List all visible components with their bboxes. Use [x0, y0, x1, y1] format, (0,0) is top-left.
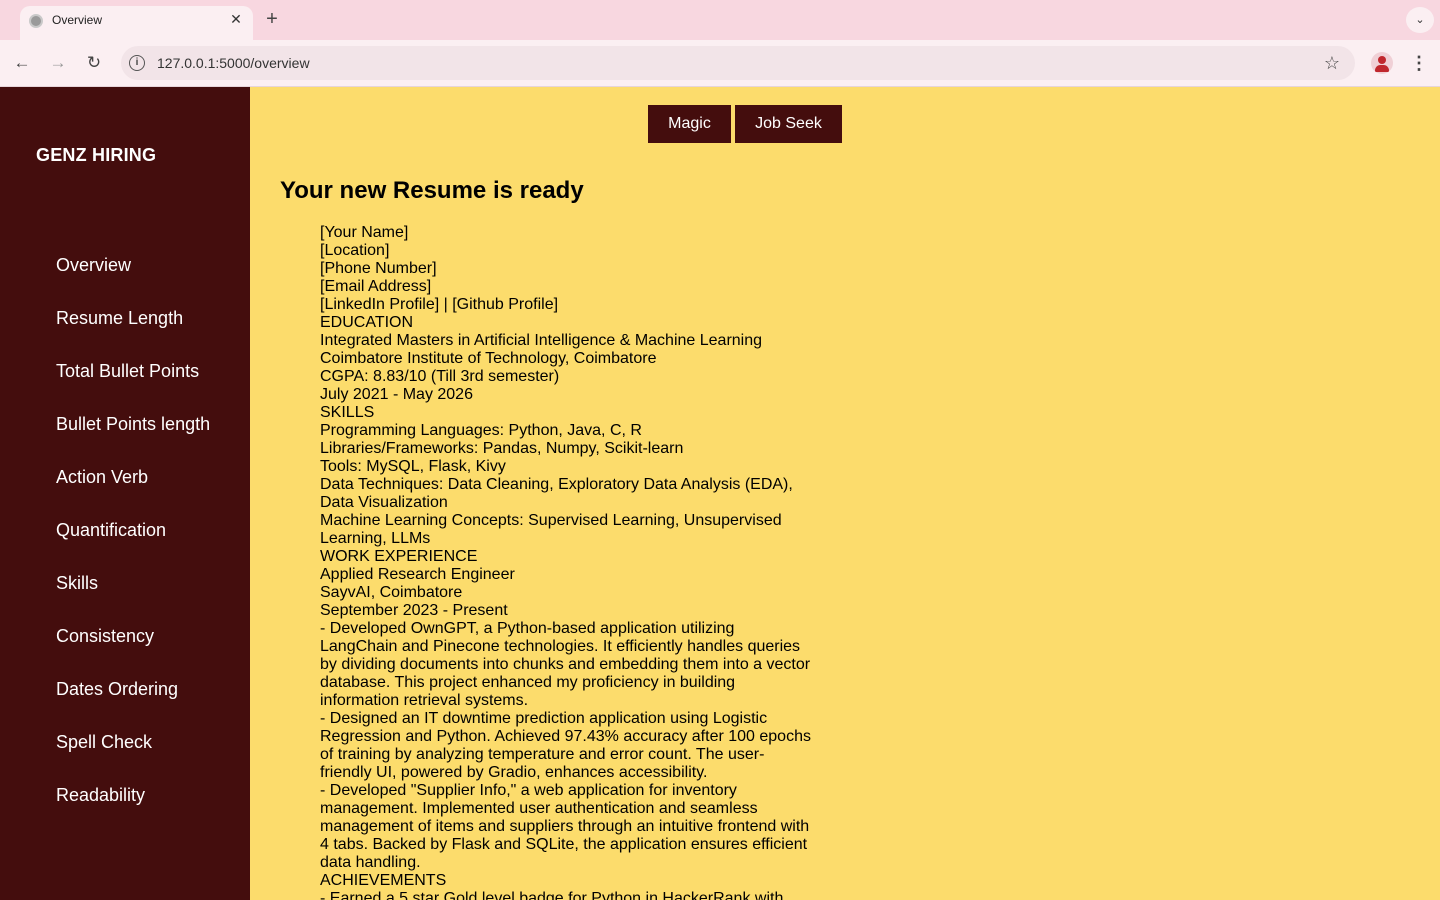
- page-title: Your new Resume is ready: [280, 177, 584, 204]
- sidebar: GENZ HIRING Overview Resume Length Total…: [0, 87, 250, 900]
- kebab-icon[interactable]: ⋮: [1410, 52, 1428, 74]
- resume-line: CGPA: 8.83/10 (Till 3rd semester): [320, 368, 560, 385]
- resume-line: by dividing documents into chunks and em…: [320, 656, 811, 673]
- resume-line: management of items and suppliers throug…: [320, 818, 810, 835]
- magic-button[interactable]: Magic: [648, 105, 731, 143]
- address-bar[interactable]: i 127.0.0.1:5000/overview ☆: [121, 46, 1355, 80]
- sidebar-item-spell-check[interactable]: Spell Check: [56, 732, 210, 785]
- brand-logo: GENZ HIRING: [36, 145, 157, 165]
- resume-line: data handling.: [320, 854, 421, 871]
- main-content: Magic Job Seek Your new Resume is ready …: [250, 87, 1440, 900]
- sidebar-item-overview[interactable]: Overview: [56, 255, 210, 308]
- resume-line: [LinkedIn Profile] | [Github Profile]: [320, 296, 559, 313]
- info-icon[interactable]: i: [129, 55, 145, 71]
- resume-line: July 2021 - May 2026: [320, 386, 473, 403]
- resume-line: - Developed OwnGPT, a Python-based appli…: [320, 620, 735, 637]
- reload-icon[interactable]: ↻: [82, 51, 106, 75]
- browser-tab[interactable]: Overview ✕: [20, 6, 253, 40]
- plus-icon[interactable]: +: [262, 8, 282, 30]
- browser-tab-bar: Overview ✕ + ⌄: [0, 0, 1440, 40]
- close-icon[interactable]: ✕: [227, 10, 245, 28]
- sidebar-item-consistency[interactable]: Consistency: [56, 626, 210, 679]
- resume-line: September 2023 - Present: [320, 602, 508, 619]
- resume-line: [Email Address]: [320, 278, 432, 295]
- sidebar-item-quantification[interactable]: Quantification: [56, 520, 210, 573]
- resume-line: ACHIEVEMENTS: [320, 872, 447, 889]
- sidebar-item-readability[interactable]: Readability: [56, 785, 210, 838]
- resume-line: database. This project enhanced my profi…: [320, 674, 736, 691]
- star-icon[interactable]: ☆: [1321, 52, 1343, 74]
- resume-text: [Your Name] [Location] [Phone Number] [Emai…: [320, 224, 820, 900]
- resume-line: Machine Learning Concepts: Supervised Le…: [320, 512, 782, 529]
- resume-line: LangChain and Pinecone technologies. It …: [320, 638, 801, 655]
- resume-line: [Location]: [320, 242, 390, 259]
- profile-icon[interactable]: [1371, 52, 1393, 74]
- resume-line: Programming Languages: Python, Java, C, …: [320, 422, 642, 439]
- resume-line: [Your Name]: [320, 224, 409, 241]
- chevron-down-icon[interactable]: ⌄: [1406, 7, 1434, 33]
- resume-line: friendly UI, powered by Gradio, enhances…: [320, 764, 708, 781]
- url-text[interactable]: 127.0.0.1:5000/overview: [157, 55, 310, 71]
- resume-line: of training by analyzing temperature and…: [320, 746, 765, 763]
- resume-line: Integrated Masters in Artificial Intelli…: [320, 332, 763, 349]
- resume-line: [Phone Number]: [320, 260, 437, 277]
- resume-line: - Developed "Supplier Info," a web appli…: [320, 782, 737, 799]
- resume-line: WORK EXPERIENCE: [320, 548, 478, 565]
- sidebar-item-bullet-points-length[interactable]: Bullet Points length: [56, 414, 210, 467]
- job-seek-button[interactable]: Job Seek: [735, 105, 842, 143]
- resume-line: - Earned a 5 star Gold level badge for P…: [320, 890, 784, 900]
- resume-line: SayvAI, Coimbatore: [320, 584, 463, 601]
- resume-line: Data Visualization: [320, 494, 448, 511]
- resume-line: - Designed an IT downtime prediction app…: [320, 710, 768, 727]
- resume-line: EDUCATION: [320, 314, 414, 331]
- forward-arrow-icon[interactable]: →: [46, 51, 70, 75]
- tab-title: Overview: [52, 13, 103, 27]
- resume-line: Regression and Python. Achieved 97.43% a…: [320, 728, 811, 745]
- resume-line: SKILLS: [320, 404, 375, 421]
- globe-icon: [29, 14, 43, 28]
- resume-line: Applied Research Engineer: [320, 566, 515, 583]
- back-arrow-icon[interactable]: ←: [10, 51, 34, 75]
- resume-line: Libraries/Frameworks: Pandas, Numpy, Sci…: [320, 440, 684, 457]
- resume-line: 4 tabs. Backed by Flask and SQLite, the …: [320, 836, 808, 853]
- sidebar-item-resume-length[interactable]: Resume Length: [56, 308, 210, 361]
- sidebar-item-dates-ordering[interactable]: Dates Ordering: [56, 679, 210, 732]
- sidebar-item-total-bullet-points[interactable]: Total Bullet Points: [56, 361, 210, 414]
- resume-line: Coimbatore Institute of Technology, Coim…: [320, 350, 657, 367]
- resume-line: Learning, LLMs: [320, 530, 431, 547]
- resume-line: Tools: MySQL, Flask, Kivy: [320, 458, 506, 475]
- sidebar-item-action-verb[interactable]: Action Verb: [56, 467, 210, 520]
- browser-toolbar: ← → ↻ i 127.0.0.1:5000/overview ☆: [0, 40, 1440, 87]
- resume-line: Data Techniques: Data Cleaning, Explorat…: [320, 476, 793, 493]
- sidebar-nav: Overview Resume Length Total Bullet Poin…: [56, 255, 210, 838]
- resume-line: management. Implemented user authenticat…: [320, 800, 758, 817]
- resume-line: information retrieval systems.: [320, 692, 529, 709]
- sidebar-item-skills[interactable]: Skills: [56, 573, 210, 626]
